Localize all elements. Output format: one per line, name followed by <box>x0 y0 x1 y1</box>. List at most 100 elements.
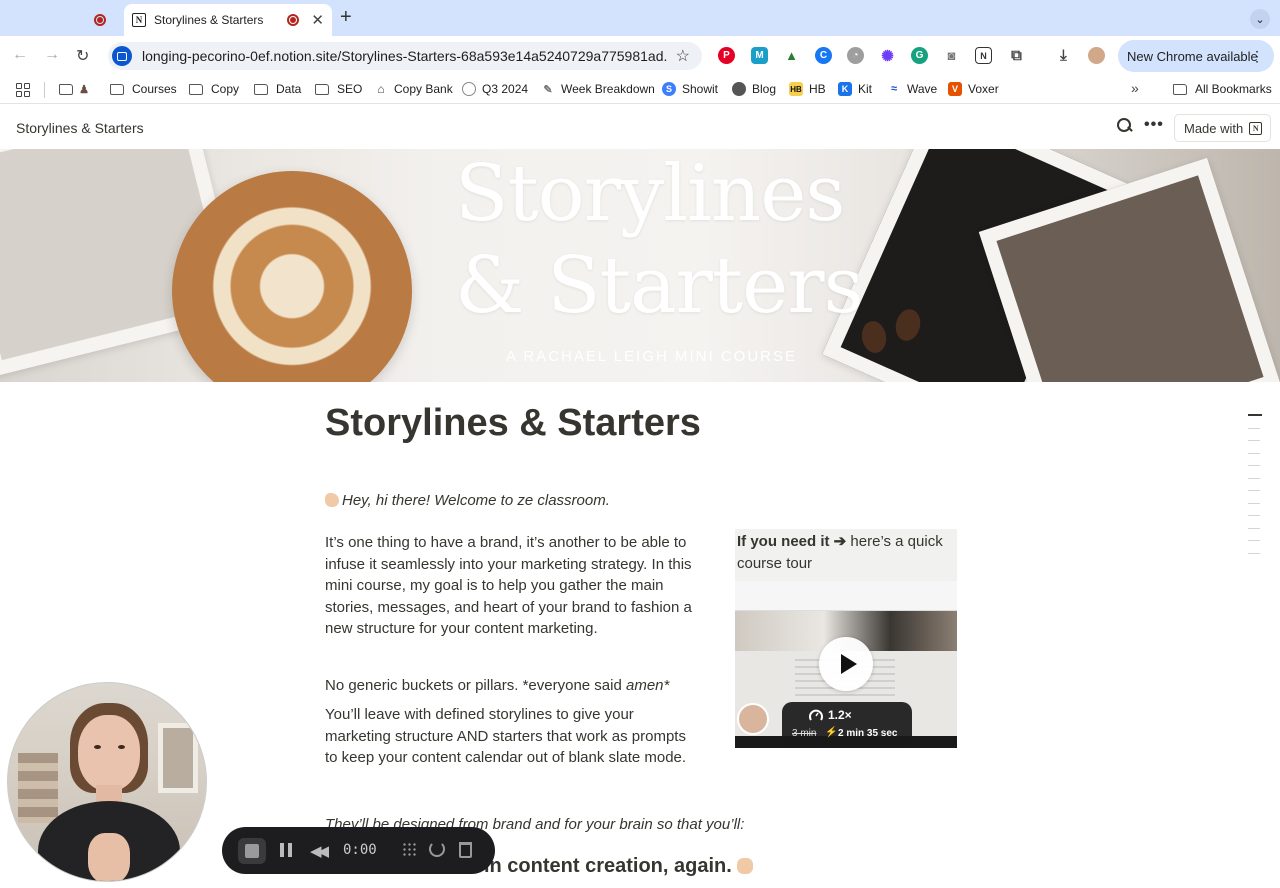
bookmark-q3-2024[interactable]: Q3 2024 <box>462 82 528 96</box>
original-duration: 3 min <box>792 728 817 739</box>
bookmark-hb[interactable]: HB HB <box>789 82 826 96</box>
presenter-hands <box>88 833 130 881</box>
toc-line[interactable] <box>1248 477 1260 479</box>
more-options-icon[interactable]: ••• <box>1144 116 1164 134</box>
close-tab-icon[interactable]: ✕ <box>311 11 324 29</box>
toc-line[interactable] <box>1248 414 1262 416</box>
pause-icon[interactable] <box>280 843 292 857</box>
hb-icon: HB <box>789 82 803 96</box>
more-bookmarks-chevron-icon[interactable]: » <box>1131 80 1139 96</box>
notion-favicon-icon: N <box>132 13 146 27</box>
toc-line[interactable] <box>1248 465 1260 466</box>
new-tab-button[interactable]: + <box>340 6 352 29</box>
grammarly-extension-icon[interactable]: G <box>911 47 928 64</box>
rewind-icon[interactable]: ◀◀ <box>310 842 329 860</box>
search-icon[interactable] <box>1116 117 1134 135</box>
bookmark-label: Week Breakdown <box>561 82 655 96</box>
bookmark-label: SEO <box>337 82 363 96</box>
no-generic-text: No generic buckets or pillars. *everyone… <box>325 677 626 694</box>
tab-recording[interactable] <box>8 4 124 36</box>
bookmark-folder-unnamed[interactable]: ♟ <box>59 82 97 96</box>
toc-line[interactable] <box>1248 452 1260 454</box>
sped-up-duration: 2 min 35 sec <box>838 728 898 739</box>
folder-icon <box>254 83 268 95</box>
toc-line[interactable] <box>1248 440 1260 441</box>
drawing-tools-icon[interactable] <box>402 842 418 858</box>
bookmark-label: All Bookmarks <box>1195 82 1272 96</box>
recording-icon <box>287 14 300 26</box>
tab-storylines[interactable]: N Storylines & Starters ✕ <box>124 4 332 36</box>
bookmark-voxer[interactable]: V Voxer <box>948 82 999 96</box>
bookmark-label: Copy <box>211 82 240 96</box>
made-with-notion-button[interactable]: Made with N <box>1174 114 1271 142</box>
table-of-contents-minimap[interactable] <box>1248 414 1262 565</box>
chrome-menu-icon[interactable]: ⋮ <box>1250 48 1264 65</box>
page-title: Storylines & Starters <box>325 402 701 444</box>
chart-extension-icon[interactable]: ▲ <box>783 47 800 64</box>
url-text[interactable]: longing-pecorino-0ef.notion.site/Storyli… <box>142 48 668 64</box>
breadcrumb[interactable]: Storylines & Starters <box>16 120 144 136</box>
toc-line[interactable] <box>1248 552 1260 554</box>
person-icon: ♟ <box>77 82 91 96</box>
toc-line[interactable] <box>1248 502 1260 504</box>
c-extension-icon[interactable]: C <box>815 47 832 64</box>
notion-web-clipper-icon[interactable]: N <box>975 47 992 64</box>
toc-line[interactable] <box>1248 490 1260 491</box>
toc-line[interactable] <box>1248 527 1260 529</box>
sparkle-extension-icon[interactable]: ✺ <box>879 47 896 65</box>
screen-share-icon[interactable] <box>112 46 132 66</box>
background-frame <box>158 723 198 793</box>
bookmark-copy-bank[interactable]: ⌂ Copy Bank <box>374 82 453 96</box>
playback-speed: 1.2× <box>828 708 852 722</box>
new-chrome-available-button[interactable]: New Chrome available ⋮ <box>1118 40 1274 72</box>
presenter-eye <box>118 745 125 749</box>
background-shelf <box>18 753 58 823</box>
play-button-icon[interactable] <box>819 637 873 691</box>
delete-icon[interactable] <box>459 842 472 858</box>
blocked-extension-icon[interactable]: ◔ <box>847 47 864 64</box>
toc-line[interactable] <box>1248 540 1260 541</box>
bookmark-showit[interactable]: S Showit <box>662 82 718 96</box>
address-bar[interactable]: longing-pecorino-0ef.notion.site/Storyli… <box>108 42 702 70</box>
notion-topbar: Storylines & Starters ••• Made with N <box>0 105 1280 149</box>
forward-icon[interactable]: → <box>44 46 60 64</box>
bookmark-blog[interactable]: Blog <box>732 82 776 96</box>
download-icon[interactable]: ⤓ <box>1055 47 1072 64</box>
toc-line[interactable] <box>1248 515 1260 516</box>
notion-logo-icon: N <box>1249 121 1263 135</box>
waving-hand-icon <box>325 493 339 507</box>
bookmark-data[interactable]: Data <box>254 82 301 96</box>
cover-title-line1: Storylines <box>455 149 845 239</box>
bookmark-copy[interactable]: Copy <box>189 82 239 96</box>
m-extension-icon[interactable]: M <box>751 47 768 64</box>
greeting-text: Hey, hi there! Welcome to ze classroom. <box>325 490 610 512</box>
toc-line[interactable] <box>1248 427 1260 429</box>
intro-paragraph: It’s one thing to have a brand, it’s ano… <box>325 534 692 637</box>
reload-icon[interactable]: ↻ <box>76 46 89 66</box>
bookmark-star-icon[interactable]: ☆ <box>676 46 690 66</box>
webcam-bubble[interactable] <box>7 682 207 882</box>
tab-search-button[interactable]: ⌄ <box>1250 9 1270 29</box>
profile-avatar[interactable] <box>1088 47 1105 64</box>
camera-extension-icon[interactable]: ◙ <box>943 47 960 64</box>
bookmark-seo[interactable]: SEO <box>315 82 362 96</box>
amen-text: amen* <box>625 677 670 694</box>
restart-icon[interactable] <box>429 841 445 857</box>
bookmark-kit[interactable]: K Kit <box>838 82 872 96</box>
apps-grid-icon[interactable] <box>16 83 30 97</box>
stop-recording-button[interactable] <box>238 838 266 864</box>
extensions-puzzle-icon[interactable]: ⧉ <box>1008 47 1025 64</box>
globe-icon <box>732 82 746 96</box>
pinterest-extension-icon[interactable]: P <box>718 47 735 64</box>
greeting-label: Hey, hi there! Welcome to ze classroom. <box>342 492 610 509</box>
bookmark-week-breakdown[interactable]: ✎ Week Breakdown <box>541 82 655 96</box>
course-tour-video[interactable]: 1.2× 3 min ⚡ 2 min 35 sec <box>735 581 957 748</box>
bookmark-wave[interactable]: ≈ Wave <box>887 82 937 96</box>
bookmark-label: Copy Bank <box>394 82 453 96</box>
bookmark-courses[interactable]: Courses <box>110 82 177 96</box>
playback-speed-pill[interactable]: 1.2× 3 min ⚡ 2 min 35 sec <box>782 702 912 746</box>
presenter-eye <box>94 745 101 749</box>
showit-icon: S <box>662 82 676 96</box>
back-icon[interactable]: ← <box>12 46 28 64</box>
bookmark-all-bookmarks[interactable]: All Bookmarks <box>1173 82 1272 96</box>
